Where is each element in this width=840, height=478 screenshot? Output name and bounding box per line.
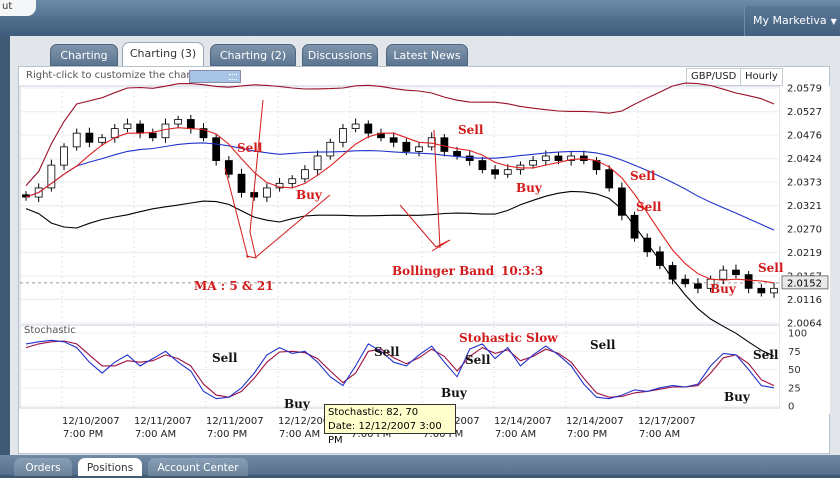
chart-annotation: Buy (724, 390, 750, 404)
chart-annotation: 10:3:3 (501, 264, 544, 278)
chart-annotation: Sell (753, 348, 779, 362)
tab-latest-news[interactable]: Latest News (386, 44, 468, 66)
chart-annotation: Sell (636, 200, 662, 214)
chart-hint: Right-click to customize the chart (26, 70, 195, 81)
tab-label: Charting (2) (219, 49, 287, 62)
tab-label: Account Center (157, 462, 239, 474)
chart-annotation: Sell (212, 351, 238, 365)
interval-selector[interactable]: Hourly (740, 68, 783, 86)
tab-label: Charting (60, 49, 108, 62)
tab-label: Charting (3) (129, 47, 197, 60)
tab-charting[interactable]: Charting (50, 44, 118, 66)
tab-label: Latest News (393, 49, 461, 62)
chart-annotation: Buy (710, 282, 736, 296)
chart-annotation: Buy (296, 188, 322, 202)
tab-label: Positions (86, 462, 134, 474)
tab-discussions[interactable]: Discussions (302, 44, 378, 66)
tab-positions[interactable]: Positions (78, 458, 142, 476)
brand-label: My Marketiva (753, 14, 827, 27)
chart-annotation: Buy (516, 181, 542, 195)
tab-charting-3[interactable]: Charting (3) (122, 42, 204, 66)
chart-annotation: Sell (630, 169, 656, 183)
chart-annotation: Sell (758, 261, 784, 275)
app-tab[interactable]: ut (0, 0, 36, 16)
app-tab-label: ut (2, 1, 13, 12)
tab-label: Orders (25, 462, 61, 474)
chart-annotation: MA : 5 & 21 (194, 279, 274, 293)
chart-annotation: Sell (590, 338, 616, 352)
chevron-down-icon: ▼ (830, 17, 837, 26)
tooltip-line-1: Stochastic: 82, 70 (328, 407, 419, 418)
tab-account-center[interactable]: Account Center (148, 458, 248, 476)
chart-annotation: Sell (374, 345, 400, 359)
chart-annotation: Bollinger Band (392, 264, 495, 278)
my-marketiva-menu[interactable]: My Marketiva ▼ (744, 6, 840, 36)
tab-label: Discussions (307, 49, 373, 62)
stochastic-tooltip: Stochastic: 82, 70 Date: 12/12/2007 3:00… (324, 404, 456, 446)
tab-orders[interactable]: Orders (14, 458, 72, 476)
tooltip-line-2: Date: 12/12/2007 3:00 PM (328, 421, 442, 446)
chart-annotation: Stohastic Slow (459, 331, 558, 345)
chart-annotation: Sell (465, 353, 491, 367)
chart-annotation: Buy (441, 386, 467, 400)
top-bar (0, 0, 840, 36)
chart-annotation: Buy (284, 397, 310, 411)
chart-annotation: Sell (458, 123, 484, 137)
pair-selector[interactable]: GBP/USD (686, 68, 742, 86)
chart-annotation: Sell (237, 141, 263, 155)
customize-box[interactable] (189, 70, 241, 83)
tab-charting-2[interactable]: Charting (2) (210, 44, 296, 66)
chart-panel (18, 66, 830, 454)
